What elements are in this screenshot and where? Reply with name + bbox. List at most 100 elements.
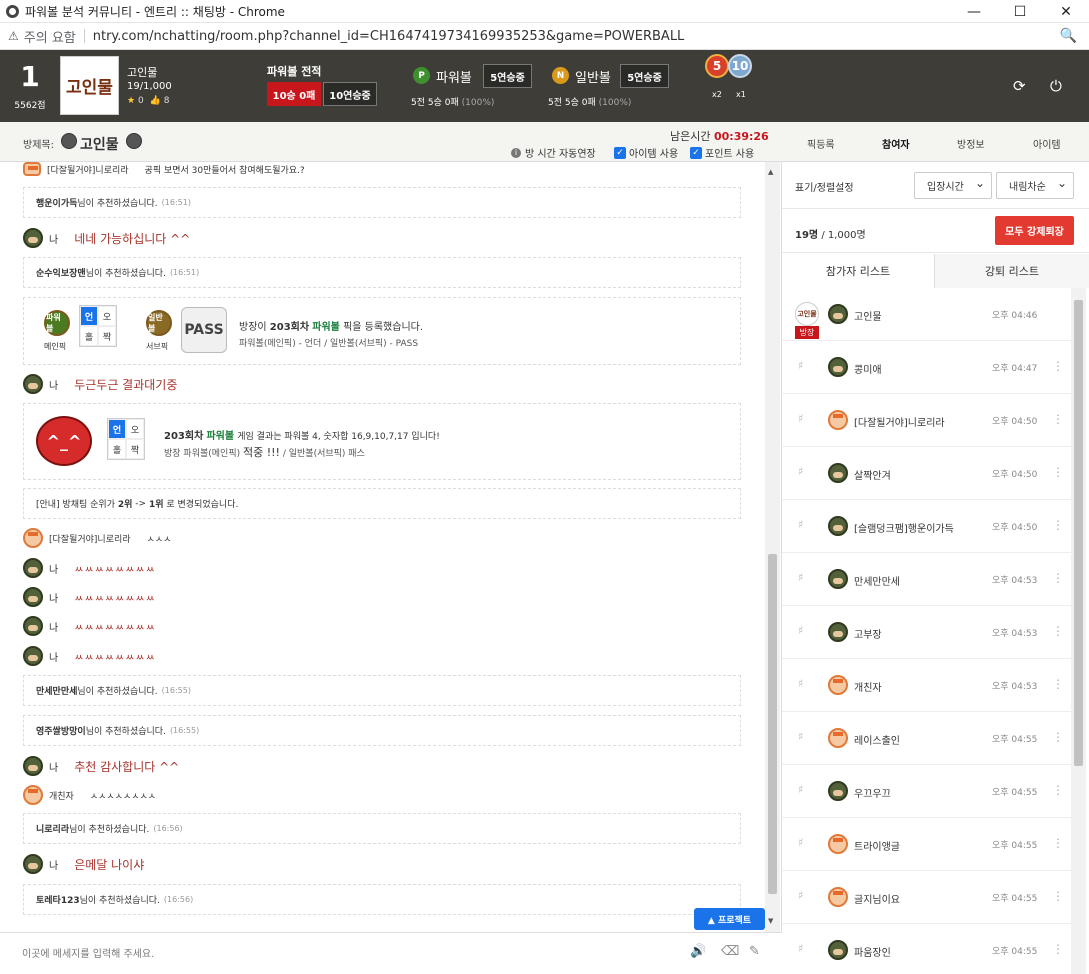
participant-nick[interactable]: 레이스출인 bbox=[854, 732, 900, 747]
refresh-icon[interactable]: ⟳ bbox=[1013, 77, 1026, 95]
tab-room-info[interactable]: 방정보 bbox=[957, 136, 985, 151]
participant-nick[interactable]: 고인물 bbox=[854, 308, 882, 323]
chat-nick[interactable]: [다잘될거야]니로리라 bbox=[49, 532, 131, 545]
zoom-icon[interactable]: 🔍 bbox=[1060, 28, 1077, 44]
participant-row[interactable]: ♯ 파움장인 오후 04:55 ⋮ bbox=[782, 924, 1071, 974]
recommend-text: 님이 추천하셨습니다. bbox=[77, 199, 158, 209]
participant-nick[interactable]: 개친자 bbox=[854, 679, 882, 694]
user-stats: ★ 0 👍 8 bbox=[127, 96, 170, 106]
more-menu-icon[interactable]: ⋮ bbox=[1052, 677, 1064, 691]
tab-participant-list[interactable]: 참가자 리스트 bbox=[782, 254, 935, 288]
more-menu-icon[interactable]: ⋮ bbox=[1052, 889, 1064, 903]
brush-icon[interactable]: ✎ bbox=[749, 944, 760, 959]
chat-message-me: 나 ㅆㅆㅆㅆㅆㅆㅆㅆ bbox=[23, 558, 156, 578]
more-menu-icon[interactable]: ⋮ bbox=[1052, 571, 1064, 585]
participant-row[interactable]: ♯ 만세만만세 오후 04:53 ⋮ bbox=[782, 553, 1071, 606]
power-icon[interactable]: ⏻ bbox=[1050, 77, 1062, 95]
url-text[interactable]: ntry.com/nchatting/room.php?channel_id=C… bbox=[93, 29, 685, 44]
participant-row[interactable]: 고인물 방장 고인물 오후 04:46 bbox=[782, 288, 1071, 341]
chat-text: ㅆㅆㅆㅆㅆㅆㅆㅆ bbox=[74, 652, 156, 664]
participant-row[interactable]: ♯ 살짝안겨 오후 04:50 ⋮ bbox=[782, 447, 1071, 500]
minimize-button[interactable]: — bbox=[951, 0, 997, 23]
more-menu-icon[interactable]: ⋮ bbox=[1052, 730, 1064, 744]
more-menu-icon[interactable]: ⋮ bbox=[1052, 624, 1064, 638]
tab-items[interactable]: 아이템 bbox=[1033, 136, 1061, 151]
participant-row[interactable]: ♯ 고부장 오후 04:53 ⋮ bbox=[782, 606, 1071, 659]
more-menu-icon[interactable]: ⋮ bbox=[1052, 465, 1064, 479]
participant-time: 오후 04:53 bbox=[992, 629, 1038, 639]
participant-nick[interactable]: [슬램덩크팸]행운이가득 bbox=[854, 520, 954, 535]
more-menu-icon[interactable]: ⋮ bbox=[1052, 412, 1064, 426]
participant-time: 오후 04:50 bbox=[992, 417, 1038, 427]
chat-text: 은메달 나이샤 bbox=[74, 857, 145, 872]
participant-nick[interactable]: 살짝안겨 bbox=[854, 467, 891, 482]
pick-over: 오 bbox=[98, 306, 116, 326]
chat-message-me: 나 추천 감사합니다 ^^ bbox=[23, 756, 179, 776]
participant-nick[interactable]: 우끄우끄 bbox=[854, 785, 891, 800]
medal-5-count: x2 bbox=[712, 90, 722, 99]
remain-value: 00:39:26 bbox=[713, 130, 769, 143]
soldier-avatar-icon bbox=[23, 558, 43, 578]
pin-icon: ♯ bbox=[798, 359, 804, 372]
scroll-thumb[interactable] bbox=[1074, 300, 1083, 766]
recommend-text: 님이 추천하셨습니다. bbox=[85, 727, 166, 737]
chat-nick[interactable]: [다잘될거야]니로리라 bbox=[47, 163, 129, 176]
participant-nick[interactable]: 만세만만세 bbox=[854, 573, 900, 588]
more-menu-icon[interactable]: ⋮ bbox=[1052, 836, 1064, 850]
kick-all-button[interactable]: 모두 강제퇴장 bbox=[995, 216, 1074, 245]
participant-row[interactable]: ♯ 개친자 오후 04:53 ⋮ bbox=[782, 659, 1071, 712]
security-warning[interactable]: 주의 요함 bbox=[24, 27, 76, 46]
close-button[interactable]: ✕ bbox=[1043, 0, 1089, 23]
sound-icon[interactable]: 🔊 bbox=[690, 944, 706, 959]
tab-kicked-list[interactable]: 강퇴 리스트 bbox=[935, 254, 1089, 288]
checkbox-checked-icon[interactable]: ✓ bbox=[614, 146, 626, 159]
participant-time: 오후 04:55 bbox=[992, 735, 1038, 745]
recommend-time: (16:51) bbox=[169, 268, 200, 277]
participant-row[interactable]: ♯ 트라이앵글 오후 04:55 ⋮ bbox=[782, 818, 1071, 871]
participant-row[interactable]: ♯ 우끄우끄 오후 04:55 ⋮ bbox=[782, 765, 1071, 818]
use-point-checkbox[interactable]: ✓ 포인트 사용 bbox=[690, 145, 754, 160]
more-menu-icon[interactable]: ⋮ bbox=[1052, 359, 1064, 373]
participant-nick[interactable]: 파움장인 bbox=[854, 944, 891, 959]
user-avatar-icon bbox=[828, 834, 848, 854]
more-menu-icon[interactable]: ⋮ bbox=[1052, 783, 1064, 797]
chat-message-me: 나 두근두근 결과대기중 bbox=[23, 374, 177, 394]
address-bar[interactable]: ⚠ 주의 요함 ntry.com/nchatting/room.php?chan… bbox=[0, 23, 1089, 50]
participant-row[interactable]: ♯ 레이스출인 오후 04:55 ⋮ bbox=[782, 712, 1071, 765]
chat-input[interactable]: 이곳에 메세지를 입력해 주세요. bbox=[22, 945, 154, 960]
use-item-checkbox[interactable]: ✓ 아이템 사용 bbox=[614, 145, 678, 160]
more-menu-icon[interactable]: ⋮ bbox=[1052, 942, 1064, 956]
participant-row[interactable]: ♯ 글지님이요 오후 04:55 ⋮ bbox=[782, 871, 1071, 924]
protect-button[interactable]: ▲ 프로젝트 bbox=[694, 908, 765, 930]
sort-field-select[interactable]: 입장시간 bbox=[914, 172, 992, 199]
scroll-up-icon[interactable]: ▲ bbox=[768, 168, 773, 176]
checkbox-checked-icon[interactable]: ✓ bbox=[690, 146, 702, 159]
sort-order-select[interactable]: 내림차순 bbox=[996, 172, 1074, 199]
pick-under: 언 bbox=[80, 306, 98, 326]
more-menu-icon[interactable]: ⋮ bbox=[1052, 518, 1064, 532]
maximize-button[interactable]: ☐ bbox=[997, 0, 1043, 23]
participant-row[interactable]: ♯ [슬램덩크팸]행운이가득 오후 04:50 ⋮ bbox=[782, 500, 1071, 553]
warning-icon[interactable]: ⚠ bbox=[8, 29, 19, 43]
result-game: 파워볼 bbox=[206, 431, 235, 442]
participant-nick[interactable]: 고부장 bbox=[854, 626, 882, 641]
powerball-label: 파워볼 bbox=[436, 71, 472, 86]
recommend-user: 행운이가득 bbox=[36, 199, 78, 209]
chat-scrollbar[interactable]: ▲ ▼ bbox=[765, 162, 780, 932]
participant-nick[interactable]: 트라이앵글 bbox=[854, 838, 900, 853]
participant-row[interactable]: ♯ [다잘될거야]니로리라 오후 04:50 ⋮ bbox=[782, 394, 1071, 447]
participant-nick[interactable]: 글지님이요 bbox=[854, 891, 900, 906]
tab-pick-register[interactable]: 픽등록 bbox=[807, 136, 835, 151]
scroll-thumb[interactable] bbox=[768, 554, 777, 894]
tab-participants[interactable]: 참여자 bbox=[882, 136, 910, 151]
participant-nick[interactable]: [다잘될거야]니로리라 bbox=[854, 414, 945, 429]
auto-extend-option[interactable]: i 방 시간 자동연장 bbox=[511, 145, 596, 160]
pin-icon: ♯ bbox=[798, 730, 804, 743]
chat-nick[interactable]: 개친자 bbox=[49, 789, 74, 802]
participant-row[interactable]: ♯ 콩미애 오후 04:47 ⋮ bbox=[782, 341, 1071, 394]
eraser-icon[interactable]: ⌫ bbox=[721, 944, 739, 959]
system-recommend: 영주쌀방망이 님이 추천하셨습니다. (16:55) bbox=[23, 715, 741, 746]
participant-nick[interactable]: 콩미애 bbox=[854, 361, 882, 376]
participant-scrollbar[interactable] bbox=[1071, 288, 1086, 974]
scroll-down-icon[interactable]: ▼ bbox=[768, 917, 773, 925]
